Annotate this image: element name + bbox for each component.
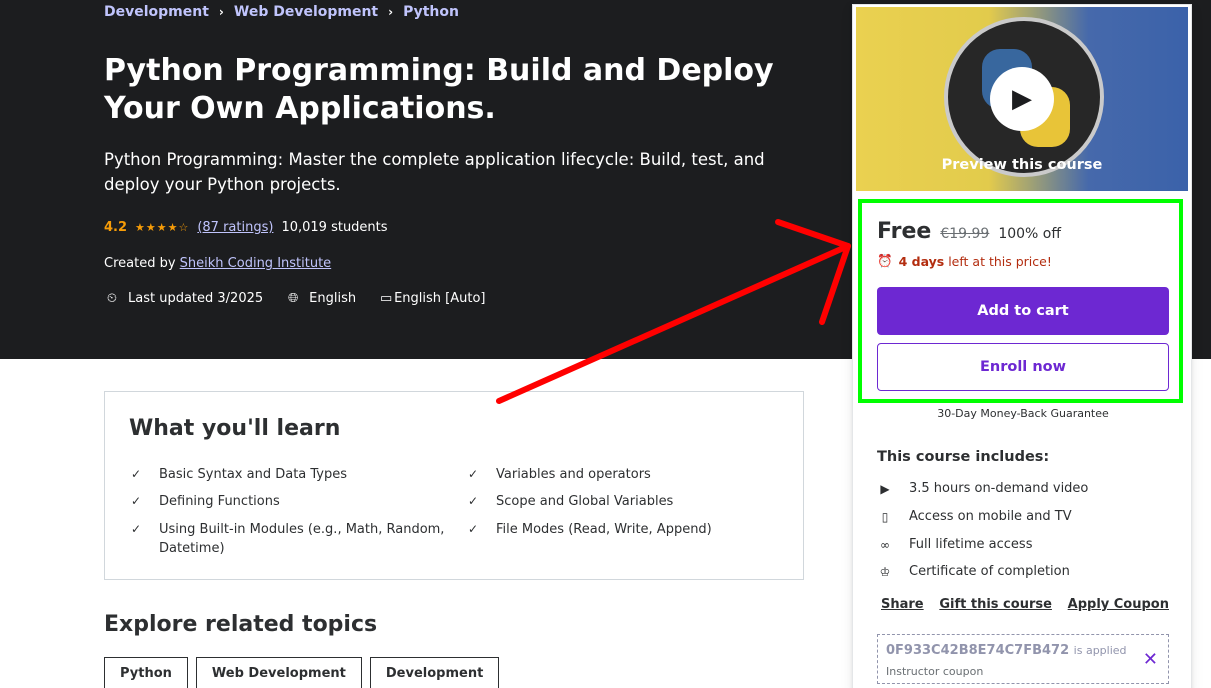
explore-title: Explore related topics [104, 612, 378, 637]
remove-coupon-icon[interactable]: ✕ [1143, 649, 1158, 670]
include-item: ▯ Access on mobile and TV [877, 509, 1072, 524]
rating-row: 4.2 ★★★★☆ (87 ratings) 10,019 students [104, 220, 388, 235]
chevron-right-icon: › [218, 5, 224, 19]
chevron-right-icon: › [388, 5, 394, 19]
students-count: 10,019 students [281, 220, 388, 235]
breadcrumb: Development › Web Development › Python [104, 4, 459, 20]
add-to-cart-button[interactable]: Add to cart [877, 287, 1169, 335]
apply-coupon-link[interactable]: Apply Coupon [1068, 597, 1169, 612]
check-icon: ✓ [468, 494, 479, 508]
learn-item: ✓ File Modes (Read, Write, Append) [468, 520, 768, 539]
topic-development[interactable]: Development [369, 657, 500, 688]
check-icon: ✓ [468, 467, 479, 481]
timer-days: 4 days [898, 253, 945, 269]
learn-item-text: File Modes (Read, Write, Append) [496, 522, 712, 537]
learn-item: ✓ Variables and operators [468, 465, 768, 484]
globe-icon: 🌐︎ [287, 291, 299, 306]
created-by: Created by Sheikh Coding Institute [104, 256, 331, 271]
course-subtitle: Python Programming: Master the complete … [104, 150, 765, 194]
check-icon: ✓ [131, 494, 142, 508]
captions-icon: ▭ [379, 291, 393, 306]
learn-item-text: Using Built-in Modules (e.g., Math, Rand… [159, 522, 445, 556]
gift-course-link[interactable]: Gift this course [939, 597, 1052, 612]
related-topics: Python Web Development Development [104, 657, 500, 688]
last-updated: Last updated 3/2025 [128, 291, 264, 306]
course-meta: ⏲ Last updated 3/2025 🌐︎ English ▭ Engli… [104, 291, 486, 306]
check-icon: ✓ [131, 467, 142, 481]
course-preview[interactable]: ▶ Preview this course [856, 7, 1188, 191]
what-youll-learn-box: What you'll learn ✓ Basic Syntax and Dat… [104, 391, 804, 580]
star-rating-icon: ★★★★☆ [135, 221, 190, 234]
original-price: €19.99 [940, 226, 990, 242]
infinity-icon: ∞ [880, 537, 890, 552]
video-icon: ▶ [880, 481, 890, 496]
timer-text: left at this price! [948, 253, 1052, 269]
learn-item: ✓ Scope and Global Variables [468, 492, 768, 511]
language: English [309, 291, 357, 306]
coupon-code-line: 0F933C42B8E74C7FB472 is applied [886, 643, 1127, 658]
coupon-type: Instructor coupon [886, 665, 984, 678]
include-item: ♔ Certificate of completion [877, 564, 1070, 579]
coupon-code: 0F933C42B8E74C7FB472 [886, 643, 1070, 658]
learn-item: ✓ Defining Functions [131, 492, 431, 511]
discount-percent: 100% off [998, 226, 1061, 242]
action-links: Share Gift this course Apply Coupon [881, 597, 1169, 612]
breadcrumb-web-development[interactable]: Web Development [234, 4, 378, 20]
created-by-label: Created by [104, 256, 176, 271]
include-item: ▶ 3.5 hours on-demand video [877, 481, 1088, 496]
rating-value: 4.2 [104, 220, 128, 235]
money-back-guarantee: 30-Day Money-Back Guarantee [937, 407, 1109, 420]
include-item: ∞ Full lifetime access [877, 537, 1032, 552]
learn-title: What you'll learn [129, 416, 341, 441]
play-icon[interactable]: ▶ [990, 67, 1054, 131]
current-price: Free [877, 219, 932, 244]
applied-coupon: 0F933C42B8E74C7FB472 is applied Instruct… [877, 634, 1169, 684]
breadcrumb-python[interactable]: Python [403, 4, 459, 20]
coupon-applied-text: is applied [1073, 644, 1127, 657]
learn-item: ✓ Using Built-in Modules (e.g., Math, Ra… [131, 520, 451, 558]
mobile-icon: ▯ [881, 509, 889, 524]
instructor-link[interactable]: Sheikh Coding Institute [180, 256, 332, 271]
check-icon: ✓ [131, 522, 142, 536]
price-timer: ⏰ 4 days left at this price! [877, 253, 1052, 269]
preview-label: Preview this course [941, 157, 1103, 173]
enroll-now-button[interactable]: Enroll now [877, 343, 1169, 391]
topic-web-development[interactable]: Web Development [195, 657, 362, 688]
captions: English [Auto] [394, 291, 486, 306]
breadcrumb-development[interactable]: Development [104, 4, 209, 20]
alert-badge-icon: ⏲ [106, 291, 118, 306]
price-row: Free €19.99 100% off [877, 219, 1061, 244]
learn-item-text: Scope and Global Variables [496, 494, 674, 509]
course-title: Python Programming: Build and Deploy You… [104, 53, 774, 126]
ratings-count-link[interactable]: (87 ratings) [197, 220, 273, 235]
topic-python[interactable]: Python [104, 657, 188, 688]
learn-item-text: Basic Syntax and Data Types [159, 467, 348, 482]
share-link[interactable]: Share [881, 597, 924, 612]
includes-title: This course includes: [877, 449, 1050, 465]
learn-item-text: Defining Functions [159, 494, 280, 509]
check-icon: ✓ [468, 522, 479, 536]
learn-item: ✓ Basic Syntax and Data Types [131, 465, 431, 484]
purchase-sidebar: ▶ Preview this course Free €19.99 100% o… [852, 4, 1192, 688]
alarm-clock-icon: ⏰ [877, 253, 893, 268]
learn-item-text: Variables and operators [496, 467, 651, 482]
trophy-icon: ♔ [879, 564, 891, 579]
